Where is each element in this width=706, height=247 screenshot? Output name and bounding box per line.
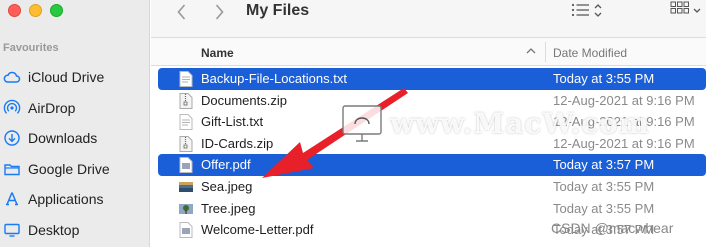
pdf-file-icon <box>179 157 193 174</box>
list-header: Name Date Modified <box>151 38 706 66</box>
chevron-left-icon[interactable] <box>172 2 192 22</box>
file-date: 12-Aug-2021 at 9:16 PM <box>553 92 695 108</box>
watermark-logo <box>342 105 382 142</box>
image-file-icon <box>179 203 193 214</box>
window-title: My Files <box>246 2 310 19</box>
downloads-icon <box>4 130 20 146</box>
file-row-backup-file-locations[interactable]: Backup-File-Locations.txt Today at 3:55 … <box>158 68 706 90</box>
file-name: Gift-List.txt <box>201 114 264 130</box>
sidebar-item-icloud-drive[interactable]: iCloud Drive <box>0 62 150 93</box>
image-file-icon <box>179 181 193 192</box>
minimize-button[interactable] <box>29 4 42 17</box>
folder-icon <box>4 164 20 175</box>
window-controls <box>8 4 63 17</box>
file-date: Today at 3:55 PM <box>553 178 655 194</box>
zoom-button[interactable] <box>50 4 63 17</box>
sidebar-item-applications[interactable]: Applications <box>0 184 150 215</box>
sidebar-item-desktop[interactable]: Desktop <box>0 215 150 246</box>
zip-file-icon <box>179 135 193 152</box>
file-name: Offer.pdf <box>201 157 251 173</box>
close-button[interactable] <box>8 4 21 17</box>
sidebar-item-label: Downloads <box>28 130 98 147</box>
pdf-file-icon <box>179 222 193 239</box>
sidebar-list: iCloud Drive AirDrop Downloads Google Dr… <box>0 62 150 245</box>
file-date: Today at 3:55 PM <box>553 71 655 86</box>
zip-file-icon <box>179 92 193 109</box>
airdrop-icon <box>3 99 21 114</box>
file-row-tree-jpeg[interactable]: Tree.jpeg Today at 3:55 PM <box>151 198 706 220</box>
sidebar-item-downloads[interactable]: Downloads <box>0 123 150 154</box>
desktop-icon <box>4 223 20 237</box>
sidebar-item-label: iCloud Drive <box>28 69 105 86</box>
text-file-icon <box>179 114 193 131</box>
file-list: Backup-File-Locations.txt Today at 3:55 … <box>151 68 706 241</box>
watermark-text: www.MacW.com <box>390 107 650 140</box>
sidebar-heading: Favourites <box>3 42 59 54</box>
sidebar-item-label: Google Drive <box>28 160 110 177</box>
file-name: Backup-File-Locations.txt <box>201 71 347 86</box>
column-header-name[interactable]: Name <box>201 46 234 60</box>
file-name: Tree.jpeg <box>201 200 256 216</box>
sidebar-item-label: AirDrop <box>28 99 76 116</box>
file-name: Documents.zip <box>201 92 287 108</box>
file-name: ID-Cards.zip <box>201 135 274 151</box>
sidebar-item-label: Applications <box>28 191 104 208</box>
column-header-date-modified[interactable]: Date Modified <box>553 46 627 60</box>
toolbar: My Files <box>151 0 706 38</box>
file-date: Today at 3:57 PM <box>553 157 655 173</box>
list-view-icon[interactable] <box>570 0 612 22</box>
sidebar: Favourites iCloud Drive AirDrop Download… <box>0 0 150 247</box>
sidebar-item-label: Desktop <box>28 221 80 238</box>
cloud-icon <box>3 72 21 83</box>
file-row-offer-pdf[interactable]: Offer.pdf Today at 3:57 PM <box>158 154 706 176</box>
sidebar-item-google-drive[interactable]: Google Drive <box>0 154 150 185</box>
chevron-right-icon[interactable] <box>209 2 229 22</box>
file-name: Welcome-Letter.pdf <box>201 222 314 238</box>
credit-text: CSDN @macwhear <box>551 220 674 236</box>
sidebar-item-airdrop[interactable]: AirDrop <box>0 93 150 124</box>
file-date: Today at 3:55 PM <box>553 200 655 216</box>
text-file-icon <box>179 71 193 87</box>
sort-ascending-icon[interactable] <box>525 45 537 57</box>
column-divider[interactable] <box>545 42 546 62</box>
applications-icon <box>6 192 18 206</box>
file-name: Sea.jpeg <box>201 178 253 194</box>
grid-view-icon[interactable] <box>670 0 706 22</box>
file-row-sea-jpeg[interactable]: Sea.jpeg Today at 3:55 PM <box>151 176 706 198</box>
